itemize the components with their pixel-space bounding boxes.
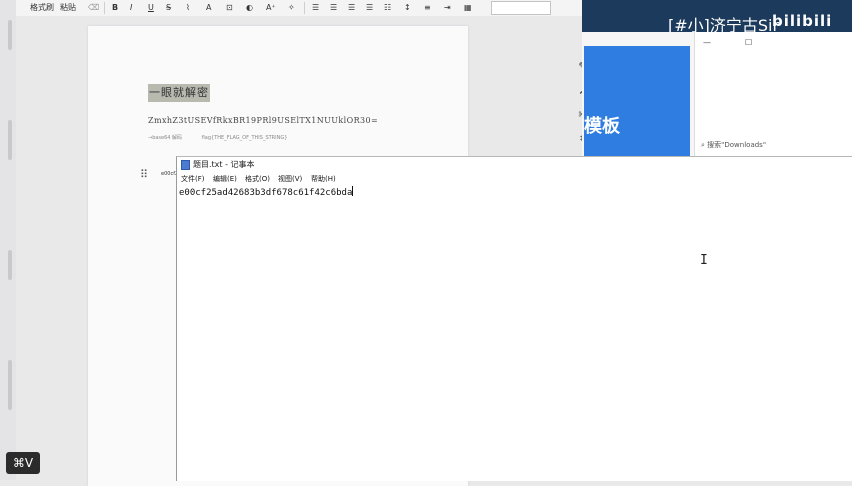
menu-file[interactable]: 文件(F) — [181, 174, 205, 184]
notepad-icon — [181, 160, 190, 170]
indent-icon[interactable]: ⇥ — [444, 2, 451, 14]
left-gutter — [0, 0, 17, 480]
text-effect-icon[interactable]: ◐ — [246, 2, 253, 14]
bilibili-logo: bilibili — [772, 12, 833, 30]
stream-header: [#小]济宁古Sir bilibili — [582, 0, 852, 35]
align-left-icon[interactable]: ☰ — [312, 2, 319, 14]
text-caret — [352, 186, 354, 196]
scroll-marker — [8, 20, 12, 50]
notepad-content: e00cf25ad42683b3df678c61f42c6bda — [179, 188, 353, 198]
justify-icon[interactable]: ☰ — [366, 2, 373, 14]
explorer-search[interactable]: ⌕ 搜索"Downloads" — [701, 140, 766, 150]
menu-edit[interactable]: 编辑(E) — [213, 174, 237, 184]
notepad-menubar: 文件(F) 编辑(E) 格式(O) 视图(V) 帮助(H) — [177, 172, 852, 186]
align-center-icon[interactable]: ☰ — [330, 2, 337, 14]
notepad-window: 题目.txt - 记事本 文件(F) 编辑(E) 格式(O) 视图(V) 帮助(… — [176, 156, 852, 481]
divider — [304, 2, 305, 14]
menu-format[interactable]: 格式(O) — [245, 174, 270, 184]
char-border-icon[interactable]: ⊡ — [226, 2, 233, 14]
template-label: 模板 — [584, 116, 620, 137]
ibeam-cursor-icon: I — [700, 253, 708, 268]
minimize-icon[interactable]: — — [703, 38, 711, 47]
scroll-marker — [8, 120, 12, 160]
highlight-icon[interactable]: ⌇ — [186, 2, 190, 14]
hint-line: →base64 解码 flag{THE_FLAG_OF_THIS_STRING} — [148, 134, 305, 141]
paste-button[interactable]: 粘贴 — [60, 2, 76, 14]
list-icon[interactable]: ≡ — [424, 2, 431, 14]
explorer-search-placeholder: 搜索"Downloads" — [707, 141, 767, 149]
italic-button[interactable]: I — [130, 2, 132, 14]
style-selector[interactable] — [491, 1, 551, 15]
divider — [104, 2, 105, 14]
clear-icon[interactable]: ✧ — [288, 2, 295, 14]
menu-help[interactable]: 帮助(H) — [311, 174, 336, 184]
hint-encoding: →base64 解码 — [148, 135, 183, 141]
menu-view[interactable]: 视图(V) — [278, 174, 302, 184]
notepad-text-area[interactable]: e00cf25ad42683b3df678c61f42c6bda I — [177, 186, 852, 481]
template-card[interactable]: 模板 — [584, 46, 690, 156]
search-icon: ⌕ — [701, 141, 705, 149]
border-icon[interactable]: ▦ — [464, 2, 472, 14]
notepad-titlebar[interactable]: 题目.txt - 记事本 — [177, 157, 852, 172]
font-color-icon[interactable]: A — [206, 2, 211, 14]
ciphertext-line: ZmxhZ3tUSEVfRkxBR19PRl9USElTX1NUUklOR30= — [148, 116, 379, 125]
line-spacing-icon[interactable]: ↕ — [404, 2, 411, 14]
strikethrough-icon[interactable]: S̶ — [166, 2, 171, 14]
align-right-icon[interactable]: ☰ — [348, 2, 355, 14]
maximize-icon[interactable]: ☐ — [745, 38, 752, 47]
hint-flag: flag{THE_FLAG_OF_THIS_STRING} — [201, 135, 288, 141]
scroll-marker — [8, 250, 12, 280]
background-window: 模板 — ☐ ⌕ 搜索"Downloads" — [582, 32, 852, 156]
document-heading: 一眼就解密 — [148, 84, 210, 102]
block-drag-handle-icon[interactable]: ⠿ — [140, 168, 148, 181]
format-toolbar: 格式刷 粘贴 ⌫ B I U S̶ ⌇ A ⊡ ◐ A⁺ ✧ ☰ ☰ ☰ ☰ ☷… — [16, 0, 582, 17]
bold-button[interactable]: B — [112, 2, 118, 14]
notepad-content-line: e00cf25ad42683b3df678c61f42c6bda — [179, 186, 354, 198]
scroll-marker — [8, 360, 12, 410]
underline-button[interactable]: U — [148, 2, 154, 14]
font-size-up-icon[interactable]: A⁺ — [266, 2, 276, 14]
format-painter-button[interactable]: 格式刷 — [30, 2, 54, 14]
clear-format-icon[interactable]: ⌫ — [88, 2, 99, 14]
shortcut-overlay: ⌘V — [6, 452, 40, 474]
notepad-title: 题目.txt - 记事本 — [193, 160, 255, 169]
distribute-icon[interactable]: ☷ — [384, 2, 391, 14]
file-explorer-window: — ☐ ⌕ 搜索"Downloads" — [694, 32, 852, 156]
